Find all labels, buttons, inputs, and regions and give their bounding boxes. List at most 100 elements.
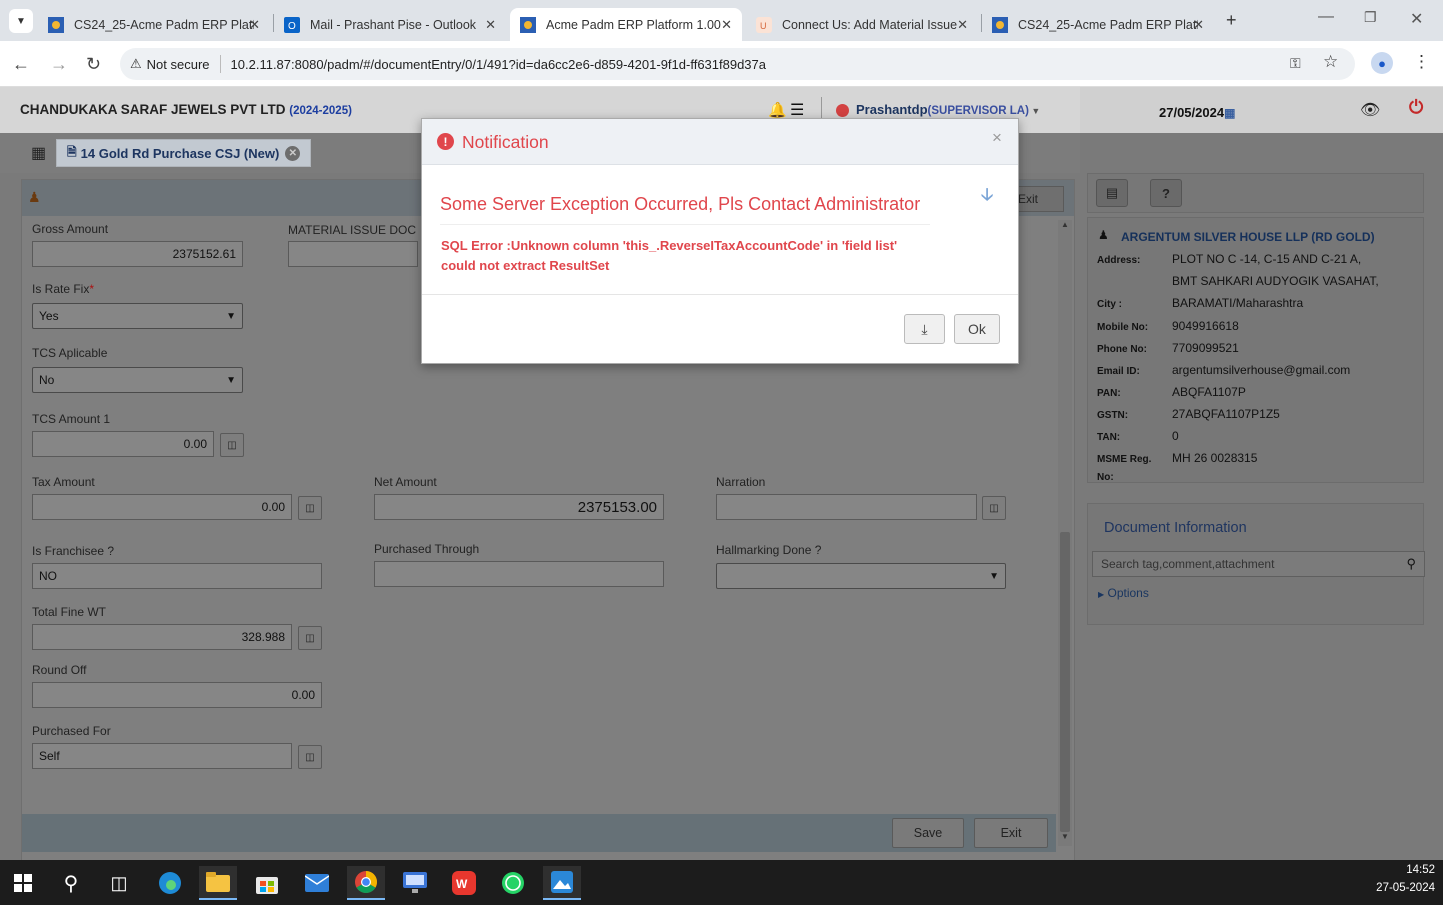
scrollbar-thumb[interactable] [1060,532,1070,832]
is-rate-fix-label: Is Rate Fix* [32,282,94,296]
chevron-down-icon: ▼ [226,310,236,322]
purchased-for-lookup-button[interactable]: ◫ [298,745,322,769]
party-name: ARGENTUM SILVER HOUSE LLP (RD GOLD) [1121,230,1375,244]
close-tab-icon[interactable]: ✕ [721,17,732,33]
close-tab-icon[interactable]: ✕ [285,145,301,161]
net-amount-field[interactable]: 2375153.00 [374,494,664,520]
tab-search-button[interactable]: ▼ [9,9,33,33]
task-view-icon[interactable]: ◫ [100,866,138,900]
document-search-input[interactable]: Search tag,comment,attachment ⚲ [1092,551,1425,577]
ok-button[interactable]: Ok [954,314,1000,344]
file-explorer-icon[interactable] [199,866,237,900]
hallmarking-done-select[interactable]: ▼ [716,563,1006,589]
store-icon[interactable] [248,866,286,900]
purchased-for-field[interactable]: Self [32,743,292,769]
hide-eye-icon[interactable]: 👁 [1360,100,1380,120]
user-status-dot [836,104,849,117]
purchased-through-field[interactable] [374,561,664,587]
windows-start-icon[interactable] [4,866,42,900]
document-tab[interactable]: 🗎 14 Gold Rd Purchase CSJ (New) ✕ [56,139,312,167]
material-issue-doc-field[interactable] [288,241,418,267]
current-date[interactable]: 27/05/2024▦ [1159,105,1235,120]
browser-menu-icon[interactable]: ⋮ [1413,52,1430,72]
header-exit-label: Exit [1017,192,1038,206]
new-tab-button[interactable]: + [1226,10,1237,31]
close-tab-icon[interactable]: ✕ [249,17,260,33]
purchased-through-label: Purchased Through [374,542,480,556]
browser-tab-3-active[interactable]: Acme Padm ERP Platform 1.00 ✕ [510,8,742,41]
error-message: Some Server Exception Occurred, Pls Cont… [440,194,921,214]
close-tab-icon[interactable]: ✕ [957,17,968,33]
notification-bell-icon[interactable]: 🔔 [768,101,787,119]
form-scrollbar[interactable]: ▲ ▼ [1058,220,1072,846]
remote-desktop-icon[interactable] [396,866,434,900]
arrow-down-icon[interactable]: 🡣 [981,182,993,211]
minimize-window-button[interactable]: — [1318,8,1334,26]
chevron-down-icon: ▼ [226,374,236,386]
url-omnibox[interactable]: ⚠ Not secure 10.2.11.87:8080/padm/#/docu… [120,48,1355,80]
search-icon[interactable]: ⚲ [52,866,90,900]
restore-window-button[interactable]: ❐ [1364,9,1377,26]
whatsapp-icon[interactable] [494,866,532,900]
round-off-field[interactable]: 0.00 [32,682,322,708]
password-key-icon[interactable]: ⚿ [1290,55,1301,72]
power-logout-icon[interactable]: ⏻ [1409,97,1423,118]
grid-menu-icon[interactable]: ▦ [31,143,46,163]
menu-list-icon[interactable]: ☰ [790,100,804,120]
company-name-text: CHANDUKAKA SARAF JEWELS PVT LTD [20,102,286,117]
is-rate-fix-select[interactable]: Yes ▼ [32,303,243,329]
profile-avatar-icon[interactable]: ● [1371,52,1393,74]
sidebar-toolbar: ▤ ? [1087,173,1424,213]
calendar-icon[interactable]: ▦ [1224,106,1235,120]
purchased-for-label: Purchased For [32,724,111,738]
browser-tab-5[interactable]: CS24_25-Acme Padm ERP Platfo ✕ [982,8,1214,41]
tcs-applicable-select[interactable]: No ▼ [32,367,243,393]
search-icon[interactable]: ⚲ [1406,556,1416,572]
save-button[interactable]: Save [892,818,964,848]
chrome-browser-icon[interactable] [347,866,385,900]
search-placeholder: Search tag,comment,attachment [1101,557,1275,571]
photos-app-icon[interactable] [543,866,581,900]
exit-button[interactable]: Exit [974,818,1048,848]
tax-amount-field[interactable]: 0.00 [32,494,292,520]
edge-browser-icon[interactable] [151,866,189,900]
bookmark-star-icon[interactable]: ☆ [1323,52,1338,72]
close-tab-icon[interactable]: ✕ [485,17,496,33]
system-clock[interactable]: 14:52 27-05-2024 [1375,864,1435,894]
user-menu[interactable]: Prashantdp(SUPERVISOR LA) ▼ [856,102,1040,117]
fiscal-year: (2024-2025) [289,105,352,117]
forward-icon[interactable]: → [50,54,68,75]
browser-tab-1[interactable]: CS24_25-Acme Padm ERP Platfo ✕ [38,8,270,41]
not-secure-label[interactable]: Not secure [147,57,210,72]
scroll-down-icon[interactable]: ▼ [1058,832,1072,844]
reload-icon[interactable]: ↻ [86,54,101,75]
narration-field[interactable] [716,494,977,520]
browser-tab-4[interactable]: U Connect Us: Add Material Issue ✕ [746,8,978,41]
wps-office-icon[interactable]: W [445,866,483,900]
narration-lookup-button[interactable]: ◫ [982,496,1006,520]
help-icon[interactable]: ? [1150,179,1182,207]
address-key: Address: [1097,255,1141,266]
gross-amount-label: Gross Amount [32,222,109,236]
gross-amount-field[interactable]: 2375152.61 [32,241,243,267]
browser-tab-2[interactable]: O Mail - Prashant Pise - Outlook ✕ [274,8,506,41]
download-button[interactable]: ⤓ [904,314,945,344]
close-window-button[interactable]: ✕ [1410,9,1423,29]
edge-logo-icon [159,872,181,894]
tax-amount-label: Tax Amount [32,475,95,489]
options-toggle[interactable]: ▶ Options [1098,586,1149,600]
total-fine-wt-calc-button[interactable]: ◫ [298,626,322,650]
form-footer: Save Exit [22,814,1056,852]
is-franchisee-field[interactable]: NO [32,563,322,589]
book-icon[interactable]: ▤ [1096,179,1128,207]
mail-app-icon[interactable] [298,866,336,900]
tcs-amount-field[interactable]: 0.00 [32,431,214,457]
tax-amount-calc-button[interactable]: ◫ [298,496,322,520]
back-icon[interactable]: ← [12,54,30,75]
close-tab-icon[interactable]: ✕ [1193,17,1204,33]
modal-close-icon[interactable]: × [992,128,1002,148]
tcs-amount-calc-button[interactable]: ◫ [220,433,244,457]
url-text[interactable]: 10.2.11.87:8080/padm/#/documentEntry/0/1… [231,57,766,72]
scroll-up-icon[interactable]: ▲ [1058,220,1072,232]
total-fine-wt-field[interactable]: 328.988 [32,624,292,650]
